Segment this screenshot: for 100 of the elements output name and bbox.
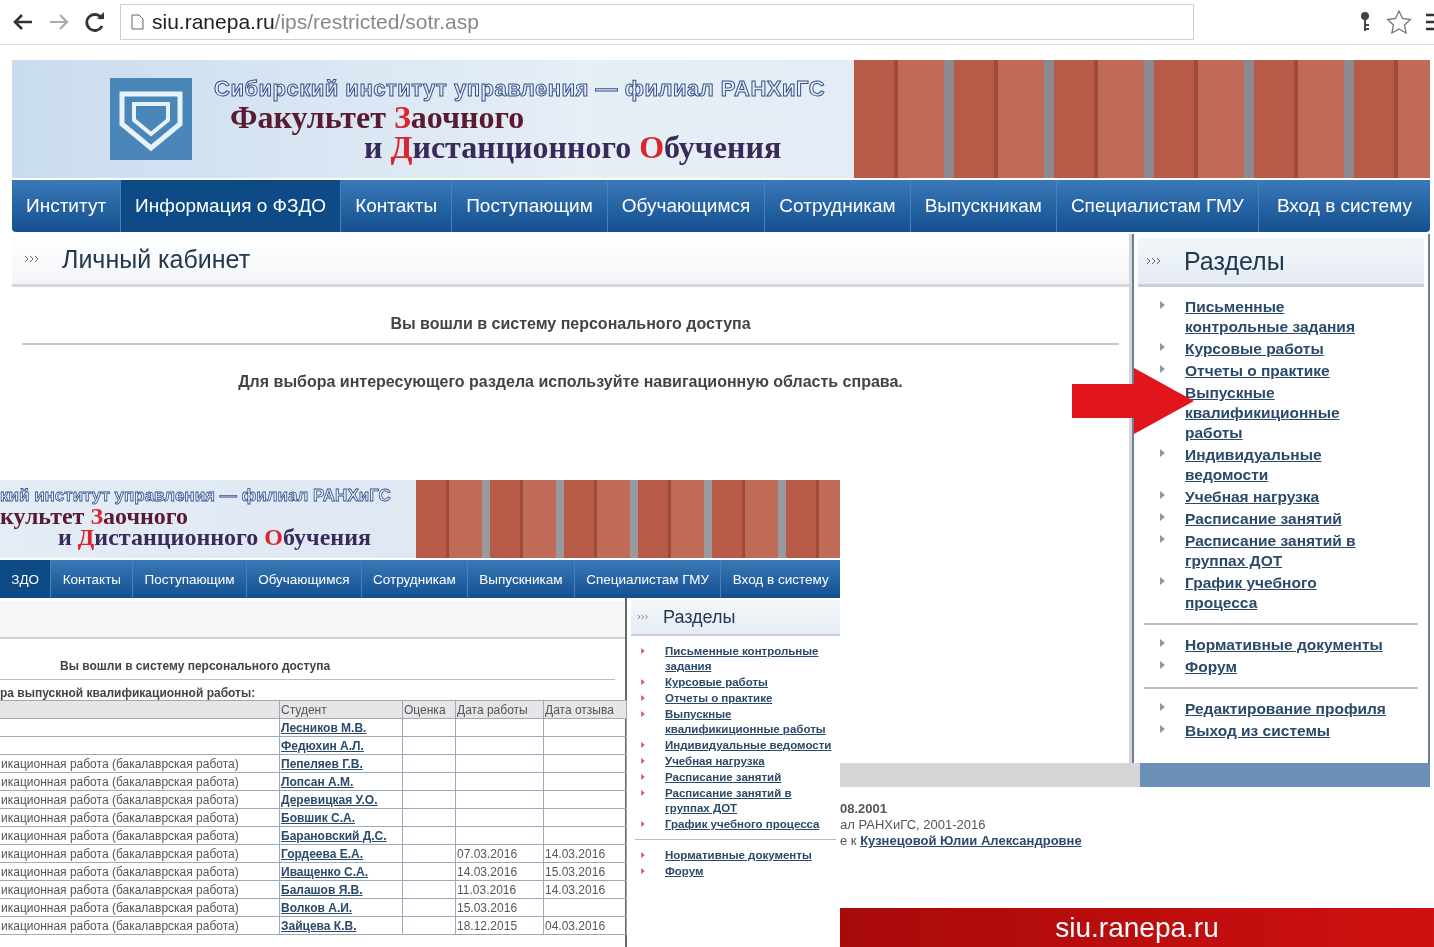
sidebar-link[interactable]: Расписание занятий (1185, 509, 1390, 529)
sidebar-link[interactable]: Письменные контрольные задания (1185, 297, 1390, 337)
sidebar-link[interactable]: Нормативные документы (665, 848, 835, 863)
sidebar-link[interactable]: Курсовые работы (1185, 339, 1390, 359)
chevrons-icon (637, 614, 649, 620)
column-header: Дата работы (455, 700, 544, 719)
table-cell: икационная работа (бакалаврская работа) (0, 898, 280, 917)
nav-tab[interactable]: Обучающимся (246, 560, 362, 598)
nav-tab[interactable]: Специалистам ГМУ (574, 560, 722, 598)
sidebar-title: Разделы (1184, 246, 1285, 276)
nav-tab[interactable]: Выпускникам (910, 180, 1057, 232)
sidebar-link[interactable]: Курсовые работы (665, 675, 835, 690)
sidebar-link[interactable]: Редактирование профиля (1185, 699, 1390, 719)
institute-name: кий институт управления — филиал РАНХиГС (0, 486, 392, 506)
sidebar-link[interactable]: Индивидуальные ведомости (665, 738, 835, 753)
contact-link[interactable]: Кузнецовой Юлии Александровне (860, 833, 1082, 848)
address-field[interactable]: siu.ranepa.ru/ips/restricted/sotr.asp (120, 4, 1194, 40)
page-icon (131, 14, 144, 30)
footer-date: 08.2001 (840, 801, 888, 817)
back-icon[interactable] (12, 13, 34, 31)
bullet-icon (1160, 513, 1165, 521)
sidebar-link[interactable]: Нормативные документы (1185, 635, 1390, 655)
sidebar-link[interactable]: Форум (1185, 657, 1390, 677)
bullet-icon (641, 758, 645, 764)
url-text: siu.ranepa.ru/ips/restricted/sotr.asp (152, 10, 479, 34)
bullet-icon (641, 774, 645, 780)
sidebar-link[interactable]: Форум (665, 864, 835, 879)
bullet-icon (641, 711, 645, 717)
bullet-icon (1160, 343, 1165, 351)
chevrons-icon (1146, 257, 1162, 265)
table-cell: икационная работа (бакалаврская работа) (0, 880, 280, 899)
bullet-icon (1160, 301, 1165, 309)
nav-tab[interactable]: Специалистам ГМУ (1056, 180, 1259, 232)
table-cell: 14.03.2016 (543, 880, 627, 899)
table-cell: икационная работа (бакалаврская работа) (0, 772, 280, 791)
sidebar-link[interactable]: Расписание занятий (665, 770, 835, 785)
reload-icon[interactable] (84, 11, 106, 33)
bullet-icon (1160, 491, 1165, 499)
table-cell: икационная работа (бакалаврская работа) (0, 790, 280, 809)
bullet-icon (641, 648, 645, 654)
sidebar-link[interactable]: Расписание занятий в группах ДОТ (1185, 531, 1390, 571)
menu-icon[interactable] (1426, 13, 1434, 31)
bullet-icon (1160, 449, 1165, 457)
table-caption: ра выпускной квалификационной работы: (0, 686, 257, 700)
faculty-title: культет Заочного (0, 506, 189, 527)
section-title: Личный кабинет (62, 244, 251, 274)
table-cell: 14.03.2016 (455, 862, 544, 881)
nav-tab[interactable]: Сотрудникам (361, 560, 469, 598)
bullet-icon (641, 679, 645, 685)
sidebar-link[interactable]: График учебного процесса (665, 817, 835, 832)
institute-name: Сибирский институт управления — филиал РАНХиГС (214, 76, 827, 102)
copyright-text: ал РАНХиГС, 2001-2016 (840, 817, 987, 833)
sidebar-link[interactable]: Выход из системы (1185, 721, 1390, 741)
nav-tab[interactable]: Вход в систему (1258, 180, 1430, 232)
nav-tab[interactable]: Выпускникам (468, 560, 575, 598)
sidebar-link[interactable]: Отчеты о практике (665, 691, 835, 706)
table-cell: 11.03.2016 (455, 880, 544, 899)
bullet-icon (1160, 577, 1165, 585)
star-icon[interactable] (1386, 10, 1412, 34)
nav-tab[interactable]: Поступающим (452, 180, 608, 232)
sidebar-link[interactable]: Расписание занятий в группах ДОТ (665, 786, 835, 816)
bullet-icon (1160, 639, 1165, 647)
bullet-icon (1160, 703, 1165, 711)
table-cell: 07.03.2016 (455, 844, 544, 863)
nav-tab[interactable]: ЗДО (0, 560, 52, 598)
column-header: Дата отзыва (543, 700, 627, 719)
login-notice: Вы вошли в систему персонального доступа (22, 315, 1119, 345)
sidebar-link[interactable]: График учебного процесса (1185, 573, 1390, 613)
table-cell: икационная работа (бакалаврская работа) (0, 826, 280, 845)
column-header: Студент (279, 700, 403, 719)
sidebar-link[interactable]: Выпускные квалификиционные работы (1185, 383, 1390, 443)
key-icon[interactable] (1358, 11, 1372, 33)
nav-tab[interactable]: Обучающимся (607, 180, 766, 232)
login-notice: Вы вошли в систему персонального доступа (0, 659, 615, 680)
table-cell: 15.03.2016 (543, 862, 627, 881)
nav-tab[interactable]: Поступающим (133, 560, 247, 598)
sidebar-link[interactable]: Учебная нагрузка (1185, 487, 1390, 507)
sidebar-title: Разделы (663, 606, 736, 628)
nav-tab[interactable]: Информация о ФЗДО (121, 180, 342, 232)
sidebar-link[interactable]: Выпускные квалификиционные работы (665, 707, 835, 737)
sidebar-link[interactable]: Учебная нагрузка (665, 754, 835, 769)
chevrons-icon (24, 255, 40, 263)
bullet-icon (1160, 661, 1165, 669)
nav-tab[interactable]: Контакты (341, 180, 453, 232)
sidebar-link[interactable]: Письменные контрольные задания (665, 644, 835, 674)
bullet-icon (641, 790, 645, 796)
sidebar-link[interactable]: Отчеты о практике (1185, 361, 1390, 381)
table-cell: 14.03.2016 (543, 844, 627, 863)
bullet-icon (1160, 535, 1165, 543)
site-address: siu.ranepa.ru (1055, 911, 1219, 944)
bullet-icon (641, 742, 645, 748)
nav-tab[interactable]: Сотрудникам (765, 180, 911, 232)
nav-tab[interactable]: Вход в систему (721, 560, 840, 598)
table-cell: икационная работа (бакалаврская работа) (0, 916, 280, 935)
navigation-hint: Для выбора интересующего раздела используйте навигационную область справа. (237, 373, 904, 391)
sidebar-link[interactable]: Индивидуальные ведомости (1185, 445, 1390, 485)
bullet-icon (1160, 365, 1165, 373)
bullet-icon (641, 852, 645, 858)
nav-tab[interactable]: Контакты (51, 560, 134, 598)
bullet-icon (641, 695, 645, 701)
